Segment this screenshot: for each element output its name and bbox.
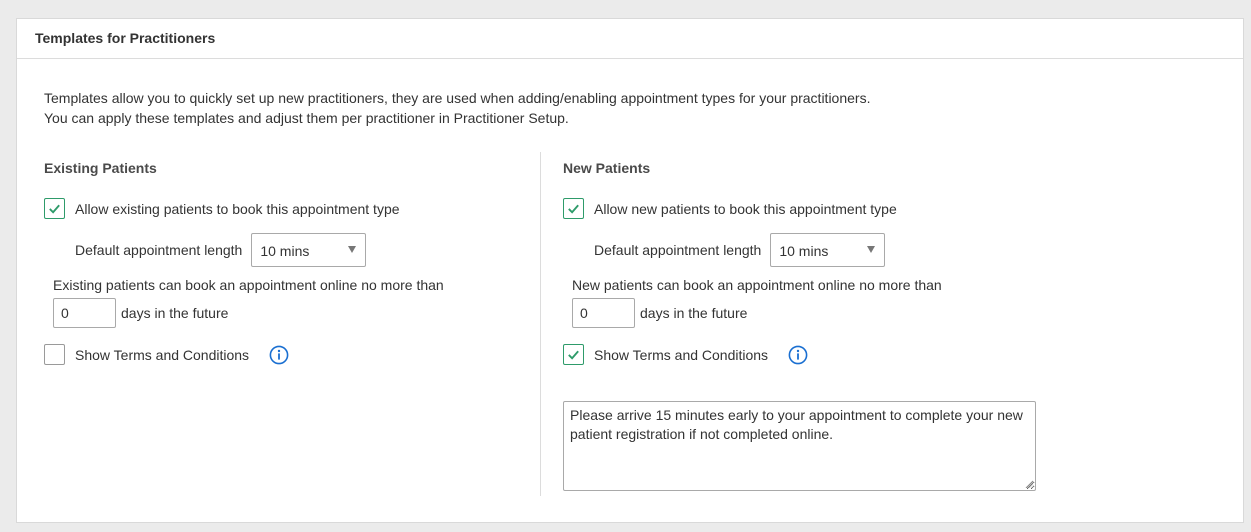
new-allow-checkbox[interactable]	[563, 198, 584, 219]
resize-grip-icon[interactable]	[1025, 480, 1033, 488]
new-limit-label: New patients can book an appointment onl…	[572, 277, 942, 293]
new-length-value: 10 mins	[779, 243, 829, 259]
column-divider	[540, 152, 541, 496]
existing-length-label: Default appointment length	[75, 242, 243, 258]
existing-length-select[interactable]: 10 mins	[251, 233, 367, 267]
info-icon[interactable]	[788, 345, 808, 365]
new-length-select[interactable]: 10 mins	[770, 233, 886, 267]
new-terms-text: Please arrive 15 minutes early to your a…	[570, 407, 1023, 442]
existing-allow-label: Allow existing patients to book this app…	[75, 200, 400, 217]
existing-length-value: 10 mins	[260, 243, 310, 259]
info-icon[interactable]	[269, 345, 289, 365]
templates-panel: Templates for Practitioners Templates al…	[16, 18, 1244, 523]
new-terms-row: Show Terms and Conditions	[563, 344, 808, 365]
new-terms-textarea[interactable]: Please arrive 15 minutes early to your a…	[563, 401, 1036, 491]
intro-line-2: You can apply these templates and adjust…	[44, 110, 569, 126]
new-allow-label: Allow new patients to book this appointm…	[594, 200, 897, 217]
existing-limit-label: Existing patients can book an appointmen…	[53, 277, 444, 293]
new-patients-title: New Patients	[563, 160, 651, 176]
existing-patients-title: Existing Patients	[44, 160, 157, 176]
checkmark-icon	[568, 204, 579, 214]
caret-down-icon	[867, 246, 876, 253]
caret-down-icon	[348, 246, 357, 253]
existing-terms-label: Show Terms and Conditions	[75, 346, 250, 363]
existing-days-row: days in the future	[53, 298, 228, 328]
existing-terms-checkbox[interactable]	[44, 344, 65, 365]
new-length-label: Default appointment length	[594, 242, 762, 258]
checkmark-icon	[568, 350, 579, 360]
new-days-row: days in the future	[572, 298, 747, 328]
existing-allow-checkbox[interactable]	[44, 198, 65, 219]
new-length-row: Default appointment length 10 mins	[594, 233, 886, 267]
existing-days-input[interactable]	[53, 298, 116, 328]
new-patients-section: New Patients Allow new patients to book …	[563, 158, 1223, 491]
new-days-suffix: days in the future	[640, 305, 748, 321]
panel-title: Templates for Practitioners	[17, 19, 1243, 59]
new-terms-checkbox[interactable]	[563, 344, 584, 365]
new-terms-label: Show Terms and Conditions	[594, 346, 769, 363]
existing-terms-row: Show Terms and Conditions	[44, 344, 289, 365]
existing-allow-row: Allow existing patients to book this app…	[44, 198, 400, 219]
intro-line-1: Templates allow you to quickly set up ne…	[44, 90, 871, 106]
checkmark-icon	[49, 204, 60, 214]
existing-length-row: Default appointment length 10 mins	[75, 233, 367, 267]
existing-patients-section: Existing Patients Allow existing patient…	[44, 158, 534, 365]
intro-text: Templates allow you to quickly set up ne…	[44, 88, 870, 128]
new-allow-row: Allow new patients to book this appointm…	[563, 198, 897, 219]
new-days-input[interactable]	[572, 298, 635, 328]
existing-days-suffix: days in the future	[121, 305, 229, 321]
